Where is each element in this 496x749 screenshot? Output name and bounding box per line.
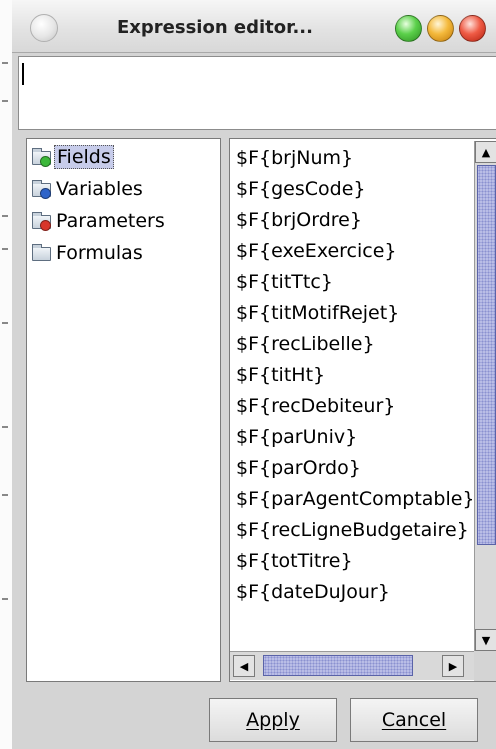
edge-mark <box>2 100 8 102</box>
expression-input[interactable] <box>18 56 496 130</box>
list-item[interactable]: $F{titHt} <box>236 360 472 391</box>
minimize-button[interactable] <box>427 15 454 42</box>
background-window-edge <box>0 0 12 749</box>
scroll-right-arrow-icon[interactable]: ▶ <box>442 655 464 677</box>
fields-list: $F{brjNum} $F{gesCode} $F{brjOrdre} $F{e… <box>229 138 496 682</box>
tree-item-label: Variables <box>56 178 143 200</box>
vertical-scroll-thumb[interactable] <box>477 165 496 545</box>
window-menu-icon[interactable] <box>30 14 58 42</box>
list-item[interactable]: $F{parUniv} <box>236 422 472 453</box>
horizontal-scrollbar[interactable]: ◀ ▶ <box>230 651 474 680</box>
text-caret <box>22 63 24 85</box>
tree-item-fields[interactable]: Fields <box>31 144 114 170</box>
folder-icon <box>31 244 51 261</box>
scroll-left-arrow-icon[interactable]: ◀ <box>233 655 255 677</box>
list-item[interactable]: $F{titMotifRejet} <box>236 298 472 329</box>
scroll-up-arrow-icon[interactable]: ▲ <box>475 141 496 163</box>
list-item[interactable]: $F{dateDuJour} <box>236 577 472 608</box>
list-item[interactable]: $F{recLibelle} <box>236 329 472 360</box>
list-item[interactable]: $F{totTitre} <box>236 546 472 577</box>
cancel-button[interactable]: Cancel <box>350 698 478 742</box>
tree-item-formulas[interactable]: Formulas <box>31 240 145 266</box>
list-item[interactable]: $F{recDebiteur} <box>236 391 472 422</box>
fields-list-viewport: $F{brjNum} $F{gesCode} $F{brjOrdre} $F{e… <box>230 139 472 647</box>
horizontal-scroll-thumb[interactable] <box>263 655 413 676</box>
edge-mark <box>2 426 8 428</box>
edge-mark <box>2 215 8 217</box>
scroll-down-arrow-icon[interactable]: ▼ <box>475 629 496 651</box>
vertical-scrollbar[interactable]: ▲ ▼ <box>474 141 496 651</box>
edge-mark <box>2 322 8 324</box>
edge-mark <box>2 248 8 250</box>
edge-mark <box>2 494 8 496</box>
tree-item-label: Fields <box>54 145 114 169</box>
tree-item-label: Formulas <box>56 242 143 264</box>
list-item[interactable]: $F{gesCode} <box>236 174 472 205</box>
tree-item-parameters[interactable]: Parameters <box>31 208 167 234</box>
folder-blue-icon <box>31 180 51 199</box>
folder-red-icon <box>31 212 51 231</box>
title-bar[interactable]: Expression editor... <box>12 0 496 53</box>
list-item[interactable]: $F{exeExercice} <box>236 236 472 267</box>
folder-green-icon <box>31 148 51 167</box>
maximize-button[interactable] <box>395 15 422 42</box>
edge-mark <box>2 598 8 600</box>
scrollbar-corner <box>474 651 496 681</box>
list-item[interactable]: $F{parAgentComptable} <box>236 484 472 515</box>
apply-button[interactable]: Apply <box>209 698 337 742</box>
tree-item-variables[interactable]: Variables <box>31 176 145 202</box>
list-item[interactable]: $F{brjNum} <box>236 143 472 174</box>
list-item[interactable]: $F{titTtc} <box>236 267 472 298</box>
edge-mark <box>2 62 8 64</box>
list-item[interactable]: $F{recLigneBudgetaire} <box>236 515 472 546</box>
category-tree: Fields Variables Parameters Formulas <box>26 138 221 682</box>
tree-item-label: Parameters <box>56 210 165 232</box>
list-item[interactable]: $F{brjOrdre} <box>236 205 472 236</box>
close-button[interactable] <box>459 15 486 42</box>
list-item[interactable]: $F{parOrdo} <box>236 453 472 484</box>
window-title: Expression editor... <box>117 17 313 38</box>
expression-editor-window: Expression editor... Fields Variables Pa… <box>12 0 496 749</box>
